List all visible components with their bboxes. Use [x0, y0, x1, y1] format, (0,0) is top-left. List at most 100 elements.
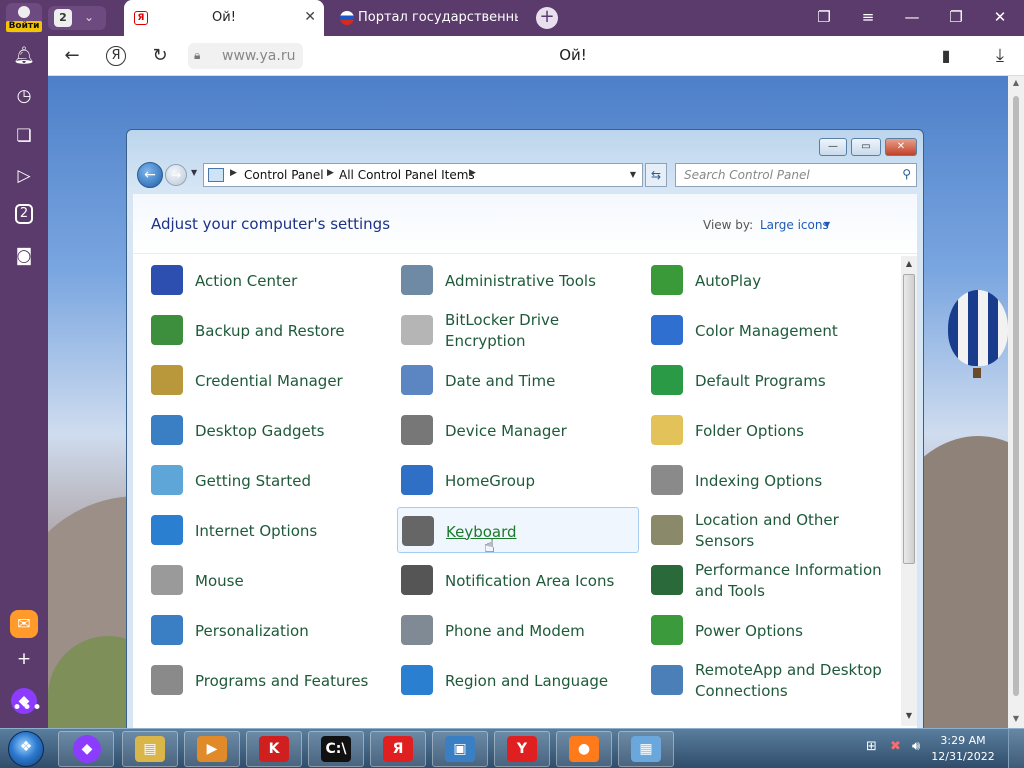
bookmark-icon[interactable]: ▮ — [934, 44, 958, 68]
search-icon[interactable]: ⚲ — [902, 167, 911, 181]
taskbar-kaspersky[interactable]: K — [246, 731, 302, 767]
control-panel-item-label: Indexing Options — [695, 471, 823, 490]
taskbar-alice[interactable]: ◆ — [58, 731, 114, 767]
taskbar-yandex-browser[interactable]: Y — [494, 731, 550, 767]
control-panel-item[interactable]: Notification Area Icons — [397, 557, 639, 603]
address-dropdown-icon[interactable]: ▼ — [630, 170, 636, 179]
more-icon[interactable]: ••• — [12, 696, 42, 720]
download-icon[interactable]: ⤓ — [988, 44, 1012, 68]
close-window-icon[interactable]: ✕ — [988, 8, 1012, 26]
control-panel-item[interactable]: Backup and Restore — [147, 307, 389, 353]
control-panel-item[interactable]: Date and Time — [397, 357, 639, 403]
start-button[interactable]: ❖ — [8, 731, 44, 767]
control-panel-item[interactable]: Folder Options — [647, 407, 889, 453]
screenshot-icon[interactable]: ◙ — [12, 244, 36, 268]
control-panel-item[interactable]: Default Programs — [647, 357, 889, 403]
taskbar-media-player[interactable]: ▶ — [184, 731, 240, 767]
tab-active[interactable]: Я Ой! ✕ — [124, 0, 324, 36]
control-panel-item[interactable]: Internet Options — [147, 507, 389, 553]
explorer-icon: ▤ — [135, 736, 165, 762]
control-panel-item[interactable]: Power Options — [647, 607, 889, 653]
mail-icon[interactable]: ✉ — [10, 610, 38, 638]
volume-icon[interactable]: 🔊︎ — [912, 739, 920, 754]
control-panel-item[interactable]: Color Management — [647, 307, 889, 353]
photo-viewer-icon: ▣ — [445, 736, 475, 762]
scroll-down-icon[interactable]: ▼ — [1008, 714, 1024, 723]
menu-icon[interactable]: ≡ — [856, 8, 880, 26]
notifications-icon[interactable]: 🔔︎ — [12, 44, 36, 68]
scroll-down-icon[interactable]: ▼ — [901, 711, 917, 720]
add-icon[interactable]: + — [12, 647, 36, 671]
breadcrumb-arrow-icon[interactable]: ▶ — [469, 168, 476, 178]
control-panel-item[interactable]: Indexing Options — [647, 457, 889, 503]
taskbar-photo-viewer[interactable]: ▣ — [432, 731, 488, 767]
history-icon[interactable]: ◷ — [12, 84, 36, 108]
network-icon[interactable]: ⊞ — [866, 739, 877, 754]
show-desktop-button[interactable] — [1008, 729, 1024, 768]
bookmarks-panel-icon[interactable]: ❐ — [812, 8, 836, 26]
breadcrumb-control-panel[interactable]: Control Panel — [244, 168, 324, 182]
chevron-down-icon: ⌄ — [84, 10, 95, 24]
control-panel-item[interactable]: Getting Started — [147, 457, 389, 503]
scroll-up-icon[interactable]: ▲ — [901, 259, 917, 268]
autoplay-icon — [651, 265, 683, 295]
taskbar-explorer[interactable]: ▤ — [122, 731, 178, 767]
browser-scrollbar[interactable]: ▲ ▼ — [1008, 76, 1024, 728]
control-panel-item[interactable]: Administrative Tools — [397, 257, 639, 303]
breadcrumb-arrow-icon[interactable]: ▶ — [230, 168, 237, 178]
control-panel-item[interactable]: Mouse — [147, 557, 389, 603]
breadcrumb-arrow-icon[interactable]: ▶ — [327, 168, 334, 178]
kaspersky-icon: K — [259, 736, 289, 762]
control-panel-item[interactable]: Location and Other Sensors — [647, 507, 889, 553]
tab-inactive[interactable]: Портал государственных у — [330, 0, 520, 36]
back-button[interactable]: ← — [137, 162, 163, 188]
view-by-chevron-icon[interactable]: ▼ — [824, 220, 830, 229]
restore-icon[interactable]: ❐ — [944, 8, 968, 26]
tab-title: Ой! — [212, 10, 236, 25]
view-by-dropdown[interactable]: Large icons — [760, 218, 829, 232]
control-panel-item[interactable]: Region and Language — [397, 657, 639, 703]
control-panel-item[interactable]: HomeGroup — [397, 457, 639, 503]
maximize-button[interactable]: ▭ — [851, 138, 881, 156]
breadcrumb-all-items[interactable]: All Control Panel Items — [339, 168, 475, 182]
minimize-button[interactable]: — — [819, 138, 847, 156]
breadcrumb[interactable]: ▶ Control Panel ▶ All Control Panel Item… — [203, 163, 643, 187]
taskbar-cmd[interactable]: C:\ — [308, 731, 364, 767]
control-panel-item[interactable]: Desktop Gadgets — [147, 407, 389, 453]
minimize-icon[interactable]: — — [900, 8, 924, 26]
search-field[interactable]: Search Control Panel ⚲ — [675, 163, 917, 187]
control-panel-item-label: BitLocker Drive Encryption — [445, 311, 560, 350]
scroll-up-icon[interactable]: ▲ — [1008, 78, 1024, 87]
control-panel-item[interactable]: Personalization — [147, 607, 389, 653]
taskbar-firefox[interactable]: ● — [556, 731, 612, 767]
control-panel-item[interactable]: AutoPlay — [647, 257, 889, 303]
items-scrollbar[interactable]: ▲ ▼ — [901, 256, 917, 726]
tabs-count-icon[interactable]: 2 — [15, 204, 33, 224]
control-panel-item[interactable]: Performance Information and Tools — [647, 557, 889, 603]
control-panel-item[interactable]: Phone and Modem — [397, 607, 639, 653]
play-icon[interactable]: ▷ — [12, 164, 36, 188]
control-panel-item[interactable]: Device Manager — [397, 407, 639, 453]
control-panel-item[interactable]: RemoteApp and Desktop Connections — [647, 657, 889, 703]
scroll-thumb[interactable] — [1013, 96, 1019, 696]
clock[interactable]: 3:29 AM 12/31/2022 — [928, 733, 998, 765]
login-button[interactable]: Войти — [6, 3, 42, 33]
control-panel-item[interactable]: BitLocker Drive Encryption — [397, 307, 639, 353]
control-panel-item[interactable]: Keyboard ☝ — [397, 507, 639, 557]
tab-count-button[interactable]: 2 ⌄ — [48, 6, 106, 30]
control-panel-item[interactable]: Programs and Features — [147, 657, 389, 703]
collections-icon[interactable]: ❏ — [12, 124, 36, 148]
refresh-button[interactable]: ⇆ — [645, 163, 667, 187]
new-tab-button[interactable]: + — [536, 7, 558, 29]
close-button[interactable]: ✕ — [885, 138, 917, 156]
no-internet-icon[interactable]: ✖ — [890, 739, 901, 754]
tab-title: Портал государственных у — [358, 10, 518, 25]
close-tab-icon[interactable]: ✕ — [304, 9, 316, 25]
recent-pages-chevron-icon[interactable]: ▼ — [191, 168, 197, 177]
control-panel-item[interactable]: Action Center — [147, 257, 389, 303]
scroll-thumb[interactable] — [903, 274, 915, 564]
forward-button[interactable]: → — [165, 164, 187, 186]
taskbar-control-panel[interactable]: ▦ — [618, 731, 674, 767]
control-panel-item[interactable]: Credential Manager — [147, 357, 389, 403]
taskbar-yandex[interactable]: Я — [370, 731, 426, 767]
